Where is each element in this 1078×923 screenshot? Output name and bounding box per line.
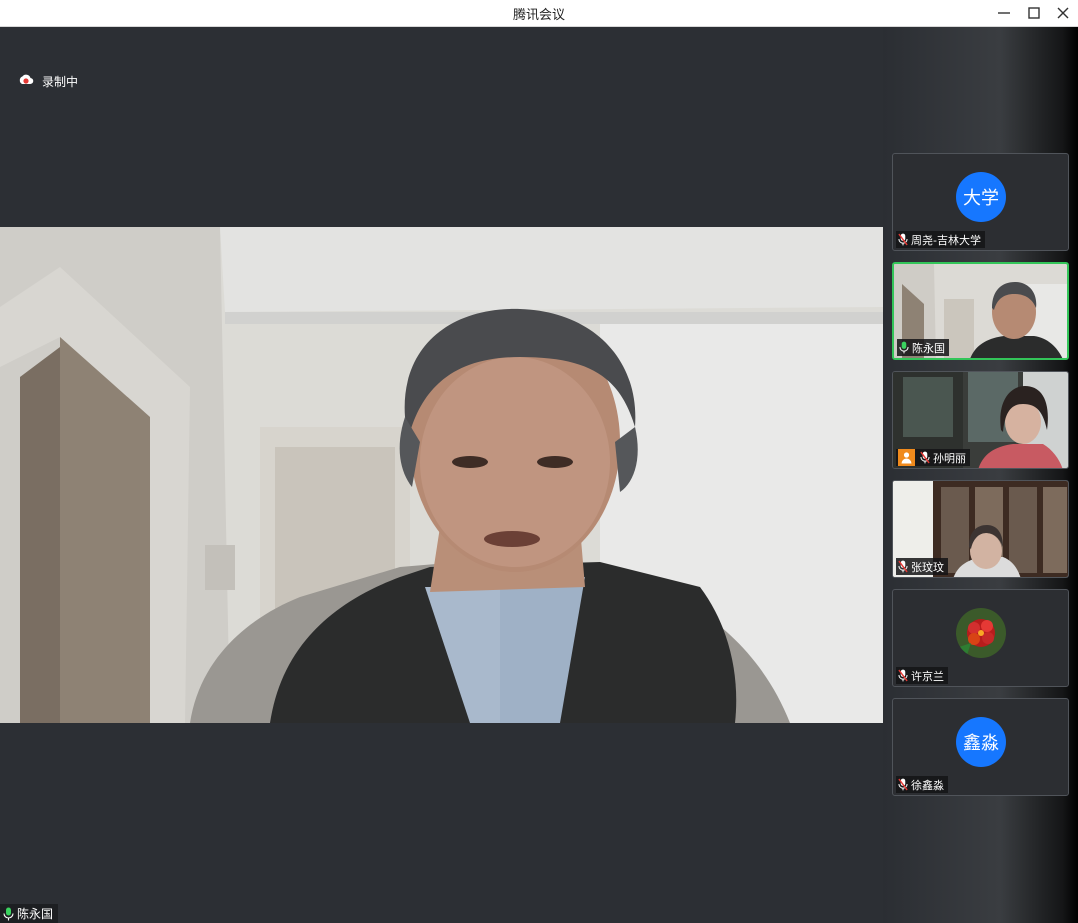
main-video[interactable] [0,227,883,723]
participant-name: 周尧-吉林大学 [911,233,981,247]
participant-name: 许京兰 [911,669,944,683]
avatar: 鑫淼 [956,717,1006,767]
participant-name: 张玟玟 [911,560,944,574]
participant-tile[interactable]: 大学 周尧-吉林大学 [892,153,1069,251]
participant-tile[interactable]: 孙明丽 [892,371,1069,469]
participant-tile-active[interactable]: 陈永国 [892,262,1069,360]
minimize-button[interactable] [993,2,1015,24]
avatar [956,608,1006,658]
maximize-icon [1028,7,1040,19]
participant-tile[interactable]: 许京兰 [892,589,1069,687]
participant-sidebar: 大学 周尧-吉林大学 陈永国 孙明丽 张玟玟 许京兰 鑫淼 徐鑫淼 [883,27,1078,923]
maximize-button[interactable] [1023,2,1045,24]
participant-tile[interactable]: 鑫淼 徐鑫淼 [892,698,1069,796]
participant-name-tag: 孙明丽 [896,449,970,466]
main-video-frame [0,227,883,723]
participant-name-tag: 陈永国 [897,339,949,356]
mic-muted-icon [898,560,908,573]
mic-muted-icon [920,451,930,464]
mic-muted-icon [898,778,908,791]
window-title: 腾讯会议 [512,8,565,23]
mic-muted-icon [898,669,908,682]
mic-muted-icon [898,233,908,246]
participant-name-tag: 张玟玟 [896,558,948,575]
main-stage: 录制中 陈永国 [0,27,883,923]
participant-name: 徐鑫淼 [911,778,944,792]
participant-name-tag: 周尧-吉林大学 [896,231,985,248]
title-bar: 腾讯会议 [0,0,1078,27]
recording-indicator: 录制中 [18,72,78,90]
recording-label: 录制中 [42,74,79,89]
speaker-name: 陈永国 [17,907,54,921]
recording-icon [18,73,34,89]
participant-name-tag: 徐鑫淼 [896,776,948,793]
active-speaker-tag: 陈永国 [0,904,59,923]
close-button[interactable] [1052,2,1074,24]
participant-name-tag: 许京兰 [896,667,948,684]
close-icon [1057,7,1069,19]
participant-tile[interactable]: 张玟玟 [892,480,1069,578]
mic-icon [3,907,14,920]
participant-name: 孙明丽 [933,451,966,465]
host-icon [898,449,915,466]
participant-name: 陈永国 [912,341,945,355]
minimize-icon [998,12,1010,14]
mic-active-icon [899,341,909,354]
avatar: 大学 [956,172,1006,222]
